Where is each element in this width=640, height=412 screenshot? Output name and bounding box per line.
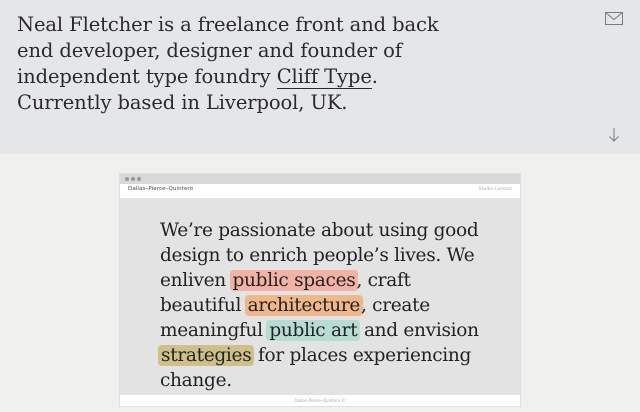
- preview-site-nav: Studio Contact: [478, 187, 512, 192]
- intro-paragraph: Neal Fletcher is a freelance front and b…: [17, 12, 467, 116]
- preview-statement: We’re passionate about using good design…: [158, 218, 490, 393]
- page: Neal Fletcher is a freelance front and b…: [0, 0, 640, 412]
- preview-site-body: We’re passionate about using good design…: [120, 198, 520, 395]
- highlight-public-spaces: public spaces: [229, 270, 359, 291]
- statement-text: and envision: [358, 320, 479, 341]
- highlight-public-art: public art: [266, 320, 361, 341]
- cliff-type-link[interactable]: Cliff Type: [276, 65, 372, 89]
- highlight-strategies: strategies: [158, 345, 255, 366]
- preview-footer-text: Dallas–Pierce–Quintero ©: [294, 398, 346, 403]
- window-dot-icon: [131, 177, 135, 181]
- mail-icon[interactable]: [605, 12, 623, 25]
- highlight-architecture: architecture: [244, 295, 364, 316]
- arrow-down-icon[interactable]: [608, 128, 620, 142]
- window-dot-icon: [125, 177, 129, 181]
- preview-site-name: Dallas–Pierce–Quintero: [128, 186, 194, 192]
- intro-section: Neal Fletcher is a freelance front and b…: [0, 0, 640, 154]
- window-dot-icon: [137, 177, 141, 181]
- preview-site-footer: Dallas–Pierce–Quintero ©: [120, 395, 520, 406]
- preview-site-header: Dallas–Pierce–Quintero Studio Contact: [120, 184, 520, 198]
- browser-chrome: [120, 174, 520, 184]
- project-preview[interactable]: Dallas–Pierce–Quintero Studio Contact We…: [120, 174, 520, 406]
